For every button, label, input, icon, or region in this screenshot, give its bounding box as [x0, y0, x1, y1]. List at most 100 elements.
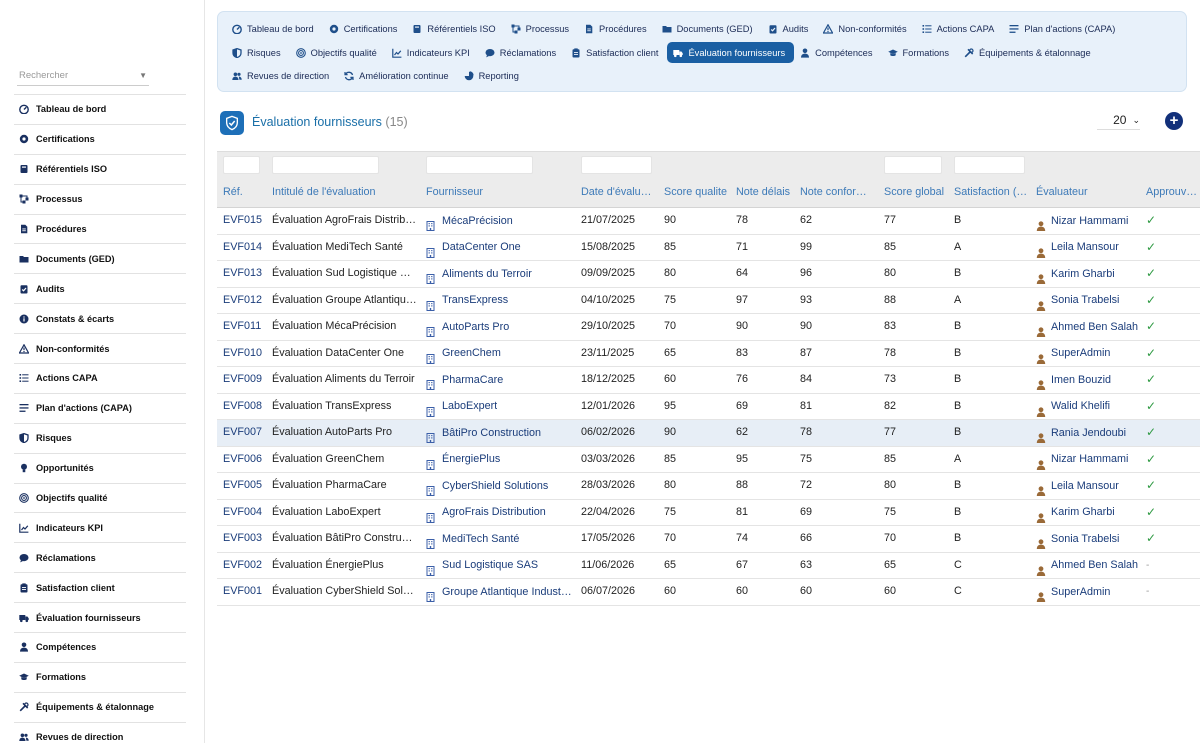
filter-date[interactable] [581, 156, 652, 174]
table-row[interactable]: EVF011 Évaluation MécaPrécision AutoParts … [217, 314, 1200, 341]
cell-supplier[interactable]: AgroFrais Distribution [426, 500, 574, 526]
cell-ref[interactable]: EVF011 [223, 314, 268, 340]
sidebar-item[interactable]: Équipements & étalonnage [14, 692, 186, 723]
cell-ref[interactable]: EVF005 [223, 473, 268, 499]
nav-tab[interactable]: Réclamations [479, 42, 565, 63]
filter-satisfaction[interactable] [954, 156, 1025, 174]
cell-ref[interactable]: EVF015 [223, 208, 268, 234]
sidebar-item[interactable]: Revues de direction [14, 722, 186, 743]
cell-evaluator[interactable]: Leila Mansour [1036, 473, 1141, 499]
column-header[interactable]: Date d'évalu… [581, 179, 659, 208]
cell-supplier[interactable]: DataCenter One [426, 235, 574, 261]
sidebar-item[interactable]: Satisfaction client [14, 573, 186, 604]
cell-supplier[interactable]: BâtiPro Construction [426, 420, 574, 446]
cell-ref[interactable]: EVF008 [223, 394, 268, 420]
cell-supplier[interactable]: CyberShield Solutions [426, 473, 574, 499]
column-header[interactable]: Note délais [736, 179, 796, 208]
nav-tab[interactable]: Objectifs qualité [290, 42, 386, 63]
cell-ref[interactable]: EVF003 [223, 526, 268, 552]
sidebar-item[interactable]: Audits [14, 274, 186, 305]
cell-evaluator[interactable]: Nizar Hammami [1036, 208, 1141, 234]
nav-tab[interactable]: Risques [226, 42, 290, 63]
cell-supplier[interactable]: MécaPrécision [426, 208, 574, 234]
cell-supplier[interactable]: Sud Logistique SAS [426, 553, 574, 579]
table-row[interactable]: EVF012 Évaluation Groupe Atlantiqu… TransE… [217, 287, 1200, 314]
cell-evaluator[interactable]: Karim Gharbi [1036, 500, 1141, 526]
cell-evaluator[interactable]: Karim Gharbi [1036, 261, 1141, 287]
cell-evaluator[interactable]: Rania Jendoubi [1036, 420, 1141, 446]
cell-supplier[interactable]: LaboExpert [426, 394, 574, 420]
cell-ref[interactable]: EVF007 [223, 420, 268, 446]
cell-supplier[interactable]: Aliments du Terroir [426, 261, 574, 287]
cell-supplier[interactable]: TransExpress [426, 288, 574, 314]
cell-ref[interactable]: EVF012 [223, 288, 268, 314]
cell-evaluator[interactable]: Ahmed Ben Salah [1036, 314, 1141, 340]
nav-tab[interactable]: Non-conformités [817, 18, 915, 39]
sidebar-item[interactable]: Compétences [14, 633, 186, 663]
nav-tab[interactable]: Actions CAPA [916, 18, 1004, 39]
cell-supplier[interactable]: PharmaCare [426, 367, 574, 393]
table-row[interactable]: EVF003 Évaluation BâtiPro Construc… MediTe… [217, 526, 1200, 553]
table-row[interactable]: EVF005 Évaluation PharmaCare CyberShield S… [217, 473, 1200, 500]
nav-tab[interactable]: Reporting [458, 66, 528, 87]
sidebar-item[interactable]: Référentiels ISO [14, 154, 186, 185]
cell-ref[interactable]: EVF010 [223, 341, 268, 367]
sidebar-item[interactable]: Procédures [14, 214, 186, 245]
sidebar-item[interactable]: Réclamations [14, 543, 186, 574]
sidebar-item[interactable]: Processus [14, 184, 186, 215]
nav-tab[interactable]: Indicateurs KPI [386, 42, 479, 63]
cell-ref[interactable]: EVF004 [223, 500, 268, 526]
table-row[interactable]: EVF010 Évaluation DataCenter One GreenChem… [217, 340, 1200, 367]
table-row[interactable]: EVF002 Évaluation ÉnergiePlus Sud Logistiq… [217, 552, 1200, 579]
nav-tab[interactable]: Procédures [578, 18, 656, 39]
filter-supplier[interactable] [426, 156, 533, 174]
nav-tab[interactable]: Équipements & étalonnage [958, 42, 1100, 63]
table-row[interactable]: EVF006 Évaluation GreenChem ÉnergiePlus 03/… [217, 446, 1200, 473]
column-header[interactable]: Fournisseur [426, 179, 574, 208]
column-header[interactable]: Intitulé de l'évaluation [272, 179, 417, 208]
cell-evaluator[interactable]: Sonia Trabelsi [1036, 288, 1141, 314]
column-header[interactable]: Approuv… [1146, 179, 1200, 208]
nav-tab[interactable]: Amélioration continue [338, 66, 457, 87]
sidebar-item[interactable]: Plan d'actions (CAPA) [14, 393, 186, 424]
nav-tab[interactable]: Tableau de bord [226, 18, 323, 39]
table-row[interactable]: EVF008 Évaluation TransExpress LaboExpert 1… [217, 393, 1200, 420]
sidebar-item[interactable]: Formations [14, 662, 186, 693]
table-row[interactable]: EVF001 Évaluation CyberShield Sol… Groupe … [217, 579, 1200, 606]
sidebar-item[interactable]: Risques [14, 423, 186, 454]
table-row[interactable]: EVF014 Évaluation MediTech Santé DataCente… [217, 234, 1200, 261]
nav-tab[interactable]: Plan d'actions (CAPA) [1003, 18, 1124, 39]
cell-evaluator[interactable]: SuperAdmin [1036, 341, 1141, 367]
sidebar-item[interactable]: Actions CAPA [14, 364, 186, 394]
cell-ref[interactable]: EVF009 [223, 367, 268, 393]
column-header[interactable]: Réf. [223, 179, 268, 208]
sidebar-item[interactable]: Tableau de bord [14, 95, 186, 125]
column-header[interactable]: Évaluateur [1036, 179, 1141, 208]
nav-tab[interactable]: Certifications [323, 18, 407, 39]
sidebar-item[interactable]: Objectifs qualité [14, 483, 186, 514]
column-header[interactable]: Note confor… [800, 179, 878, 208]
sidebar-search-select[interactable]: Rechercher ▼ [17, 66, 149, 86]
column-header[interactable]: Score global [884, 179, 950, 208]
page-size-select[interactable]: 20 ⌄ [1097, 111, 1140, 130]
nav-tab[interactable]: Documents (GED) [656, 18, 762, 39]
cell-supplier[interactable]: Groupe Atlantique Indust… [426, 579, 574, 605]
nav-tab[interactable]: Formations [882, 42, 959, 63]
cell-ref[interactable]: EVF013 [223, 261, 268, 287]
cell-supplier[interactable]: MediTech Santé [426, 526, 574, 552]
cell-evaluator[interactable]: SuperAdmin [1036, 579, 1141, 605]
nav-tab[interactable]: Processus [505, 18, 578, 39]
nav-tab[interactable]: Référentiels ISO [406, 18, 504, 39]
cell-evaluator[interactable]: Ahmed Ben Salah [1036, 553, 1141, 579]
cell-ref[interactable]: EVF006 [223, 447, 268, 473]
sidebar-item[interactable]: Certifications [14, 124, 186, 155]
cell-ref[interactable]: EVF002 [223, 553, 268, 579]
filter-title[interactable] [272, 156, 379, 174]
filter-global[interactable] [884, 156, 942, 174]
cell-evaluator[interactable]: Walid Khelifi [1036, 394, 1141, 420]
cell-supplier[interactable]: ÉnergiePlus [426, 447, 574, 473]
nav-tab[interactable]: Compétences [794, 42, 881, 63]
table-row[interactable]: EVF007 Évaluation AutoParts Pro BâtiPro Co… [217, 420, 1200, 447]
nav-tab[interactable]: Revues de direction [226, 66, 338, 87]
sidebar-item[interactable]: Documents (GED) [14, 244, 186, 275]
